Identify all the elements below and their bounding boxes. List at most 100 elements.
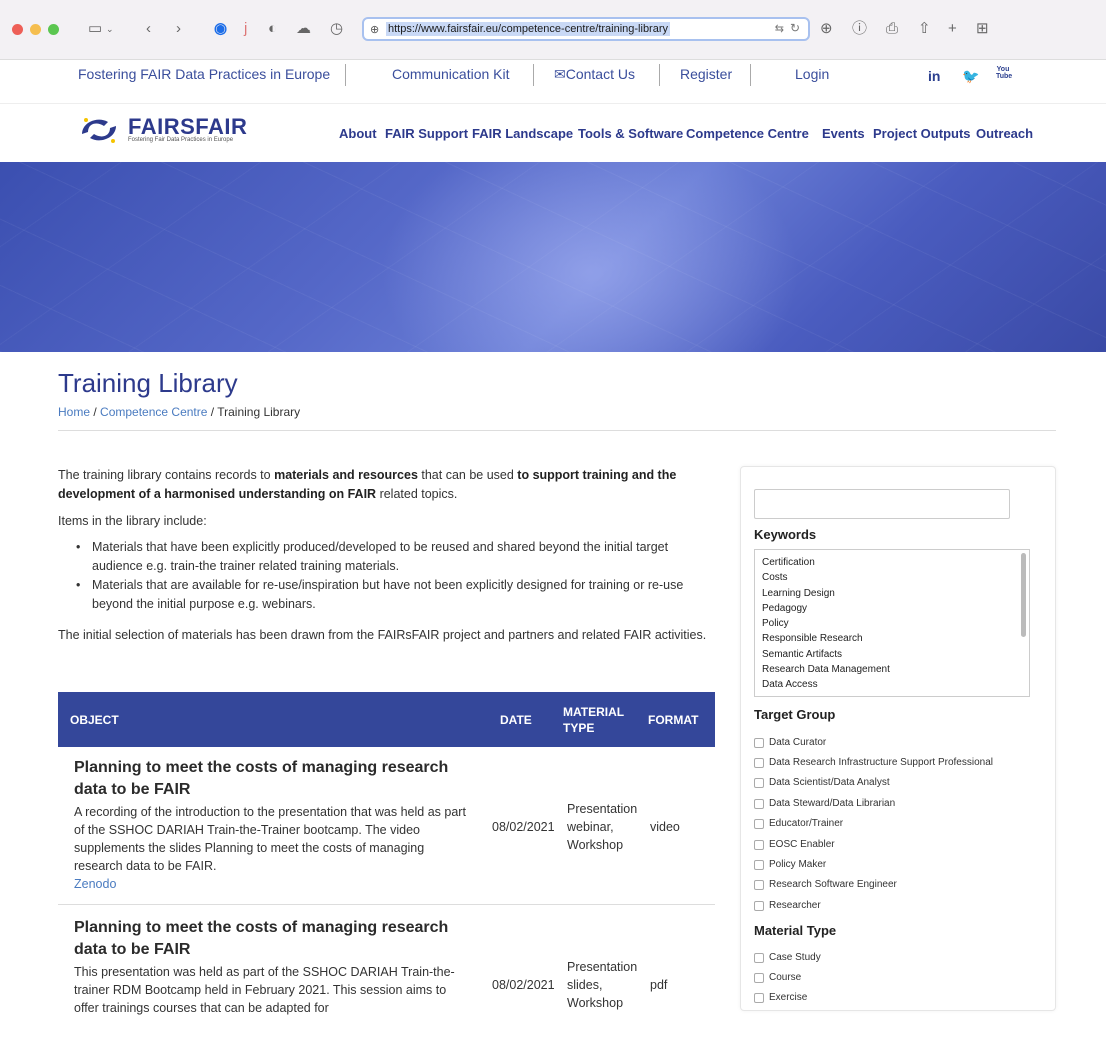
nav-about[interactable]: About	[339, 126, 377, 141]
format-cell: video	[650, 820, 680, 834]
column-header-material-type[interactable]: MATERIAL TYPE	[563, 692, 624, 747]
column-header-format[interactable]: FORMAT	[648, 692, 698, 747]
nav-competence-centre[interactable]: Competence Centre	[686, 126, 809, 141]
target-group-checkbox[interactable]: Data Steward/Data Librarian	[754, 798, 895, 809]
nav-fair-landscape[interactable]: FAIR Landscape	[472, 126, 573, 141]
back-icon[interactable]: ‹	[146, 18, 151, 40]
column-header-object[interactable]: OBJECT	[70, 692, 119, 747]
translate-icon[interactable]: ⇆	[775, 22, 784, 35]
minimize-window-button[interactable]	[30, 24, 41, 35]
nav-project-outputs[interactable]: Project Outputs	[873, 126, 971, 141]
nav-outreach[interactable]: Outreach	[976, 126, 1033, 141]
target-group-checkbox[interactable]: Data Research Infrastructure Support Pro…	[754, 757, 993, 768]
resource-title[interactable]: Planning to meet the costs of managing r…	[74, 917, 474, 961]
browser-toolbar: ▭ ⌄ ‹ › ◉ j ◐ ☁ ◷ ⊕ https://www.fairsfai…	[0, 0, 1106, 60]
column-header-date[interactable]: DATE	[500, 692, 532, 747]
sidebar-toggle-icon[interactable]: ▭	[88, 18, 102, 40]
intro-paragraph: The training library contains records to…	[58, 466, 718, 504]
checkbox[interactable]	[754, 818, 764, 829]
material-type-cell: Presentation webinar, Workshop	[567, 800, 637, 854]
keywords-listbox[interactable]: Certification Costs Learning Design Peda…	[754, 549, 1030, 697]
keyword-option[interactable]: Responsible Research	[755, 631, 890, 646]
share-icon[interactable]: ⇧	[918, 18, 931, 40]
keywords-scrollbar[interactable]	[1021, 553, 1026, 637]
checkbox[interactable]	[754, 952, 764, 963]
checkbox[interactable]	[754, 992, 764, 1003]
search-input[interactable]	[754, 489, 1010, 519]
forward-icon[interactable]: ›	[176, 18, 181, 40]
target-group-checkbox[interactable]: EOSC Enabler	[754, 839, 835, 850]
history-clock-icon[interactable]: ◷	[330, 18, 343, 40]
contact-us-link[interactable]: ✉Contact Us	[554, 64, 635, 84]
extension-j-icon[interactable]: j	[244, 18, 247, 40]
checkbox[interactable]	[754, 737, 764, 748]
keyword-option[interactable]: Learning Design	[755, 586, 890, 601]
material-type-checkbox[interactable]: Case Study	[754, 952, 821, 963]
keyword-option[interactable]: Policy	[755, 616, 890, 631]
checkbox[interactable]	[754, 972, 764, 983]
material-type-checkbox[interactable]: Course	[754, 972, 801, 983]
new-tab-icon[interactable]: +	[948, 18, 957, 40]
checkbox[interactable]	[754, 798, 764, 809]
linkedin-icon[interactable]: in	[928, 68, 940, 84]
keyword-option[interactable]: Pedagogy	[755, 601, 890, 616]
checkbox[interactable]	[754, 757, 764, 768]
filter-sidebar: Keywords Certification Costs Learning De…	[740, 466, 1056, 1011]
keyword-option[interactable]: Data Access	[755, 677, 890, 692]
intro-text: related topics.	[376, 487, 458, 501]
page-title: Training Library	[58, 368, 238, 398]
keyword-option[interactable]: Semantic Artifacts	[755, 647, 890, 662]
keyword-option[interactable]: Research Data Management	[755, 662, 890, 677]
cloud-icon[interactable]: ☁	[296, 18, 311, 40]
main-navigation: FAIRSFAIR Fostering Fair Data Practices …	[0, 104, 1106, 162]
target-group-checkbox[interactable]: Research Software Engineer	[754, 879, 897, 890]
breadcrumb-competence-centre[interactable]: Competence Centre	[100, 405, 207, 419]
chevron-down-icon[interactable]: ⌄	[106, 18, 114, 40]
checkbox[interactable]	[754, 900, 764, 911]
checkbox[interactable]	[754, 859, 764, 870]
target-group-checkbox[interactable]: Policy Maker	[754, 859, 826, 870]
zoom-window-button[interactable]	[48, 24, 59, 35]
nav-events[interactable]: Events	[822, 126, 865, 141]
target-group-checkbox[interactable]: Researcher	[754, 900, 821, 911]
fairsfair-logo-icon[interactable]	[76, 114, 122, 146]
checkbox-label: Researcher	[769, 900, 821, 911]
communication-kit-link[interactable]: Communication Kit	[392, 64, 510, 84]
checkbox[interactable]	[754, 879, 764, 890]
checkbox-label: Data Scientist/Data Analyst	[769, 777, 890, 788]
list-item: Materials that are available for re-use/…	[76, 576, 718, 614]
keyword-option[interactable]: Costs	[755, 570, 890, 585]
checkbox[interactable]	[754, 777, 764, 788]
youtube-icon[interactable]: You Tube	[996, 66, 1012, 80]
breadcrumb-home[interactable]: Home	[58, 405, 90, 419]
print-icon[interactable]: ⎙	[886, 18, 898, 40]
login-link[interactable]: Login	[795, 64, 829, 84]
date-cell: 08/02/2021	[492, 820, 555, 834]
resource-source-link[interactable]: Zenodo	[74, 875, 474, 893]
password-manager-icon[interactable]: ◉	[214, 18, 227, 40]
target-group-checkbox[interactable]: Data Scientist/Data Analyst	[754, 777, 890, 788]
keyword-option[interactable]: Certification	[755, 555, 890, 570]
close-window-button[interactable]	[12, 24, 23, 35]
reload-icon[interactable]: ↻	[790, 21, 800, 35]
register-link[interactable]: Register	[680, 64, 732, 84]
checkbox-label: EOSC Enabler	[769, 839, 835, 850]
nav-tools-software[interactable]: Tools & Software	[578, 126, 683, 141]
material-type-checkbox[interactable]: Exercise	[754, 992, 807, 1003]
resource-title[interactable]: Planning to meet the costs of managing r…	[74, 757, 474, 801]
address-bar[interactable]: ⊕ https://www.fairsfair.eu/competence-ce…	[362, 17, 810, 41]
download-icon[interactable]: ⊕	[820, 18, 833, 40]
date-cell: 08/02/2021	[492, 978, 555, 992]
info-icon[interactable]: ⓘ	[852, 18, 867, 40]
target-group-checkbox[interactable]: Data Curator	[754, 737, 826, 748]
checkbox[interactable]	[754, 839, 764, 850]
privacy-shield-icon[interactable]: ◐	[268, 18, 277, 40]
target-group-heading: Target Group	[754, 707, 836, 722]
tab-overview-icon[interactable]: ⊞	[976, 18, 989, 40]
twitter-icon[interactable]: 🐦	[962, 68, 979, 85]
tagline-link[interactable]: Fostering FAIR Data Practices in Europe	[78, 64, 330, 84]
checkbox-label: Data Steward/Data Librarian	[769, 798, 896, 809]
nav-fair-support[interactable]: FAIR Support	[385, 126, 468, 141]
keywords-heading: Keywords	[754, 527, 817, 542]
target-group-checkbox[interactable]: Educator/Trainer	[754, 818, 843, 829]
